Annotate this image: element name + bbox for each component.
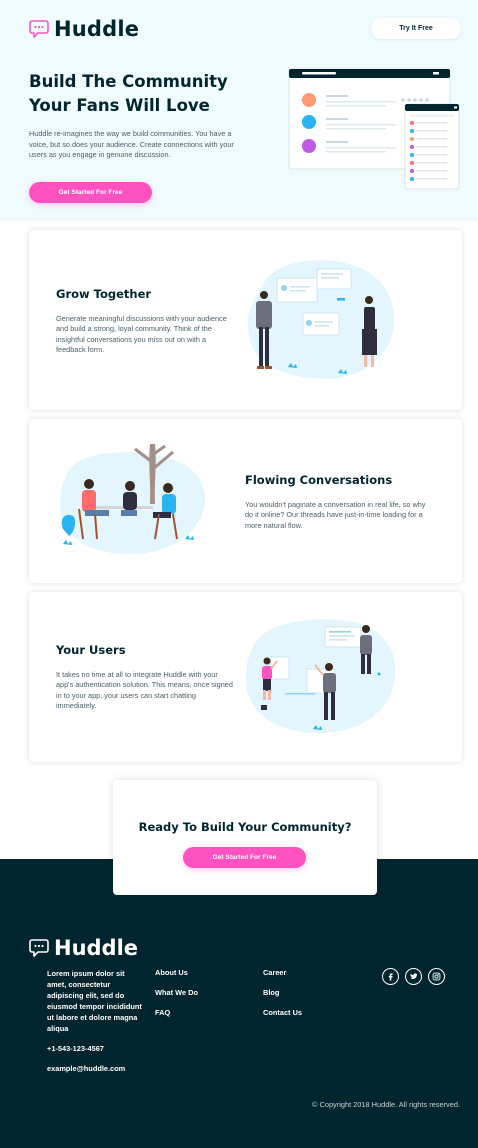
feature-description: You wouldn't paginate a conversation in … [245, 500, 426, 530]
instagram-icon [432, 972, 441, 981]
cta-get-started-button[interactable]: Get Started For Free [183, 847, 306, 868]
header-logo[interactable]: Huddle [29, 17, 139, 41]
feature-title: Flowing Conversations [245, 473, 393, 487]
footer-about-text: Lorem ipsum dolor sit amet, consectetur … [47, 969, 142, 1033]
feature-description: It takes no time at all to integrate Hud… [56, 670, 233, 710]
feature-description: Generate meaningful discussions with you… [56, 314, 227, 354]
feature-title: Your Users [56, 643, 126, 657]
hero-app-mockup-illustration [288, 68, 460, 190]
feature-card-flowing-conversations: Flowing Conversations You wouldn't pagin… [29, 419, 462, 583]
footer-link-blog[interactable]: Blog [263, 988, 279, 997]
hero-section: Huddle Try It Free Build The Community Y… [0, 0, 478, 221]
get-started-button[interactable]: Get Started For Free [29, 182, 152, 203]
instagram-link[interactable] [428, 968, 445, 985]
cta-title: Ready To Build Your Community? [138, 820, 352, 834]
footer-email: example@huddle.com [47, 1064, 126, 1073]
footer-phone: +1-543-123-4567 [47, 1044, 104, 1053]
feature-card-your-users: Your Users It takes no time at all to in… [29, 592, 462, 762]
feature-card-grow-together: Grow Together Generate meaningful discus… [29, 230, 462, 410]
try-it-free-button[interactable]: Try It Free [371, 18, 461, 39]
brand-name: Huddle [54, 17, 140, 41]
footer-link-faq[interactable]: FAQ [155, 1008, 170, 1017]
footer-link-career[interactable]: Career [263, 968, 286, 977]
twitter-link[interactable] [405, 968, 422, 985]
footer-brand-name: Huddle [54, 936, 139, 960]
chat-bubble-icon [29, 20, 49, 38]
facebook-link[interactable] [382, 968, 399, 985]
your-users-illustration [245, 619, 396, 734]
facebook-icon [388, 973, 393, 981]
footer-link-about-us[interactable]: About Us [155, 968, 188, 977]
flowing-conversations-illustration [60, 444, 205, 555]
hero-description: Huddle re-imagines the way we build comm… [29, 129, 234, 159]
feature-title: Grow Together [56, 287, 152, 301]
footer-link-what-we-do[interactable]: What We Do [155, 988, 198, 997]
footer-link-contact-us[interactable]: Contact Us [263, 1008, 302, 1017]
chat-bubble-icon [29, 939, 49, 957]
copyright-text: © Copyright 2018 Huddle. All rights rese… [312, 1100, 460, 1109]
footer-logo[interactable]: Huddle [29, 936, 138, 960]
hero-title: Build The Community Your Fans Will Love [29, 72, 228, 115]
grow-together-illustration [247, 260, 394, 380]
cta-card: Ready To Build Your Community? Get Start… [113, 780, 377, 895]
twitter-icon [410, 973, 418, 980]
